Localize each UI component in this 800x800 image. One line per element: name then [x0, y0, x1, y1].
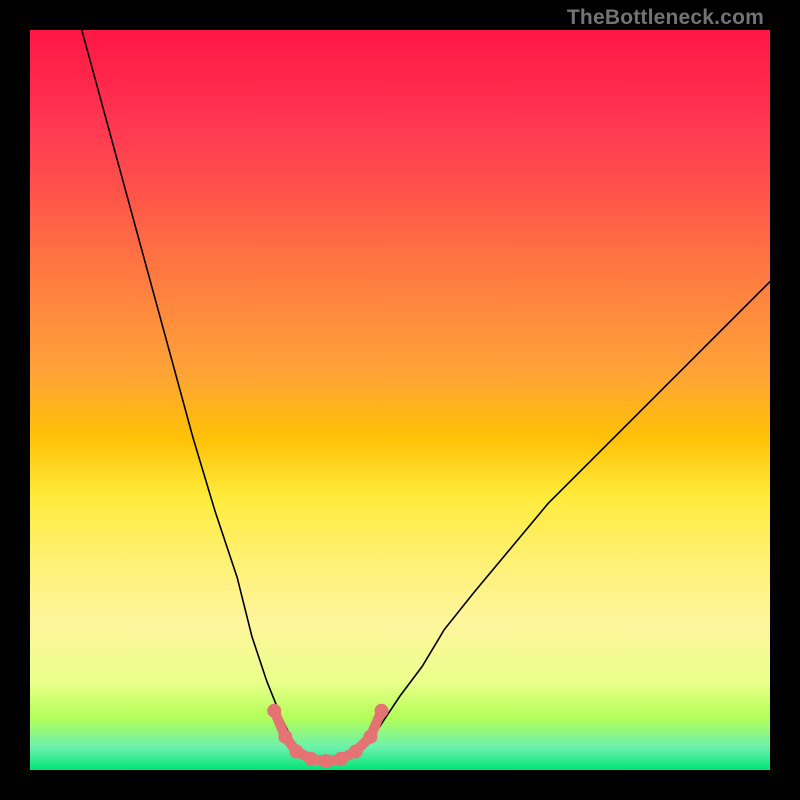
valley-dot	[349, 745, 363, 759]
valley-dot	[319, 754, 333, 768]
valley-dot	[375, 704, 389, 718]
valley-highlight-dots	[267, 704, 388, 768]
right-branch-curve	[370, 282, 770, 741]
valley-dot	[304, 752, 318, 766]
valley-dot	[363, 730, 377, 744]
chart-frame: TheBottleneck.com	[0, 0, 800, 800]
left-branch-curve	[82, 30, 293, 740]
valley-dot	[278, 730, 292, 744]
valley-dot	[289, 745, 303, 759]
watermark-text: TheBottleneck.com	[567, 6, 764, 30]
plot-area	[30, 30, 770, 770]
valley-dot	[267, 704, 281, 718]
valley-dot	[334, 752, 348, 766]
curve-layer	[30, 30, 770, 770]
